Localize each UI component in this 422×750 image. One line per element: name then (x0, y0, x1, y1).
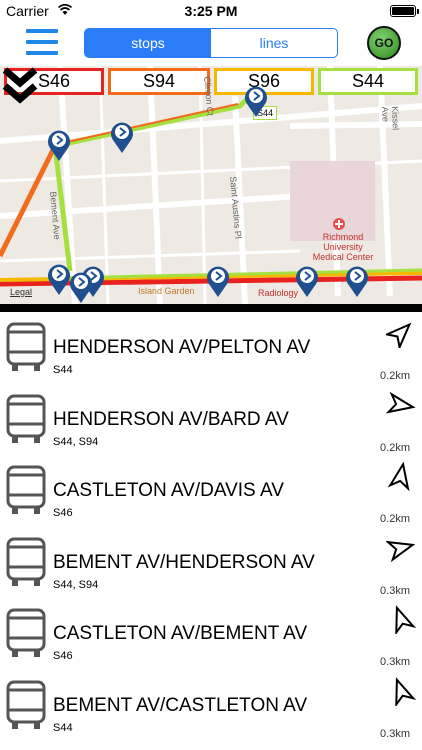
tab-lines[interactable]: lines (211, 29, 337, 57)
go-button[interactable]: GO (367, 26, 401, 60)
map-label-kissel-ave: Kissel Ave (380, 106, 401, 131)
map-label-hospital: Richmond University Medical Center (312, 232, 374, 262)
tab-stops[interactable]: stops (85, 29, 211, 57)
stop-name: HENDERSON AV/PELTON AV (53, 337, 311, 358)
stop-name: CASTLETON AV/BEMENT AV (53, 623, 308, 644)
stop-routes: S44, S94 (53, 435, 99, 448)
battery-icon (390, 5, 419, 17)
bus-stop-pin[interactable] (294, 264, 320, 298)
stop-routes: S44 (53, 721, 73, 734)
route-tab-s94[interactable]: S94 (108, 68, 210, 95)
list-item[interactable]: CASTLETON AV/DAVIS AV S46 0.2km (0, 455, 422, 527)
stop-name: BEMENT AV/HENDERSON AV (53, 551, 315, 573)
route-tab-s44[interactable]: S44 (318, 68, 418, 95)
bus-stop-pin[interactable] (68, 270, 94, 304)
bus-stop-pin[interactable] (205, 264, 231, 298)
stop-name: HENDERSON AV/BARD AV (53, 408, 289, 430)
list-item[interactable]: BEMENT AV/CASTLETON AV S44 0.3km (0, 670, 422, 742)
bus-icon (6, 537, 46, 586)
stop-routes: S44, S94 (53, 578, 99, 591)
list-item[interactable]: CASTLETON AV/BEMENT AV S46 0.3km (0, 598, 422, 670)
stop-routes: S46 (53, 507, 73, 519)
direction-arrow-icon (386, 391, 416, 414)
bus-stop-pin[interactable] (109, 120, 135, 154)
bus-icon (6, 608, 46, 657)
view-segmented-control: stops lines (84, 28, 338, 58)
status-bar: Carrier 3:25 PM (0, 0, 422, 22)
chevron-double-down-icon[interactable] (0, 66, 40, 106)
list-item[interactable]: HENDERSON AV/PELTON AV S44 0.2km (0, 312, 422, 384)
direction-arrow-icon (386, 322, 412, 348)
stop-distance: 0.3km (380, 656, 410, 668)
menu-icon[interactable] (26, 29, 58, 55)
list-item[interactable]: HENDERSON AV/BARD AV S44, S94 0.2km (0, 384, 422, 456)
map-legal-link[interactable]: Legal (10, 287, 32, 297)
stop-distance: 0.2km (380, 441, 410, 454)
bus-stop-pin[interactable] (243, 84, 269, 118)
bus-icon (6, 680, 46, 729)
bus-stop-pin[interactable] (46, 128, 72, 162)
stop-routes: S46 (53, 650, 73, 662)
map-view[interactable]: S46 S94 S96 S44 Bement Ave Saint Austins… (0, 66, 422, 304)
stop-list: HENDERSON AV/PELTON AV S44 0.2km HENDERS… (0, 312, 422, 750)
list-item[interactable]: BEMENT AV/HENDERSON AV S44, S94 0.3km (0, 527, 422, 599)
map-label-island-garden: Island Garden (138, 286, 195, 296)
stop-distance: 0.3km (380, 584, 410, 597)
bus-icon (6, 465, 46, 514)
direction-arrow-icon (395, 676, 416, 706)
stop-routes: S44 (53, 364, 73, 376)
status-time: 3:25 PM (184, 3, 238, 19)
map-divider (0, 304, 422, 312)
stop-distance: 0.2km (380, 370, 410, 382)
direction-arrow-icon (387, 461, 410, 491)
bus-icon (6, 322, 46, 371)
stop-distance: 0.2km (380, 513, 410, 525)
stop-name: BEMENT AV/CASTLETON AV (53, 694, 308, 716)
map-label-radiology: Radiology (258, 288, 299, 298)
bus-icon (6, 394, 46, 443)
direction-arrow-icon (386, 540, 416, 562)
bus-stop-pin[interactable] (344, 264, 370, 298)
direction-arrow-icon (395, 605, 416, 634)
nav-bar: stops lines GO (0, 22, 422, 66)
stop-name: CASTLETON AV/DAVIS AV (53, 480, 284, 501)
stop-distance: 0.3km (380, 727, 410, 740)
